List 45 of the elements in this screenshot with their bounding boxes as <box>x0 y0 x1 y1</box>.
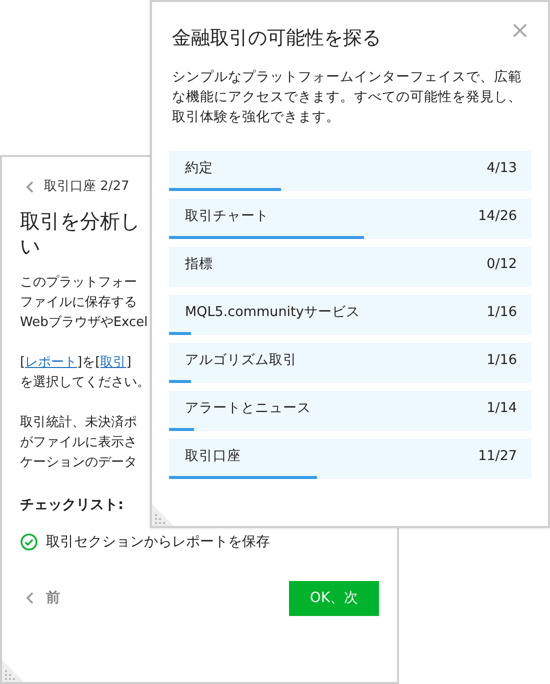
text: [ <box>20 354 26 370</box>
text-line: このプラットフォー <box>20 274 137 292</box>
topic-label: MQL5.communityサービス <box>185 303 360 322</box>
topic-item[interactable]: 指標 0/12 <box>169 246 531 286</box>
text-line: がファイルに表示さ <box>20 434 137 452</box>
topic-item[interactable]: 約定 4/13 <box>169 150 531 190</box>
text-line: WebブラウザやExcel <box>20 314 148 332</box>
step-title: 取引口座 2/27 <box>44 178 130 196</box>
topic-count: 1/16 <box>486 303 517 322</box>
text: ]を[ <box>77 354 100 370</box>
previous-button[interactable]: 前 <box>20 588 60 608</box>
topic-count: 1/14 <box>486 399 517 418</box>
topic-item[interactable]: 取引口座 11/27 <box>169 438 531 478</box>
topic-item[interactable]: アラートとニュース 1/14 <box>169 390 531 430</box>
text: ] <box>126 354 132 370</box>
heading-line: 取引を分析し <box>20 208 140 234</box>
text-line: を選択してください。 <box>20 374 150 392</box>
checklist-heading: チェックリスト: <box>20 496 124 514</box>
text-line: ケーションのデータ <box>20 454 137 472</box>
topic-count: 0/12 <box>486 255 517 274</box>
text-line: 取引統計、未決済ポ <box>20 414 137 432</box>
topic-label: 取引チャート <box>185 207 269 226</box>
topic-label: アルゴリズム取引 <box>185 351 297 370</box>
topic-count: 1/16 <box>486 351 517 370</box>
checklist-item: 取引セクションからレポートを保存 <box>46 532 270 552</box>
resize-grip-icon[interactable] <box>2 660 24 682</box>
chevron-left-icon <box>26 592 34 604</box>
topic-count: 4/13 <box>486 159 517 178</box>
topic-label: アラートとニュース <box>185 399 311 418</box>
back-chevron-icon[interactable] <box>26 180 34 193</box>
dialog-title: 金融取引の可能性を探る <box>172 26 381 51</box>
topic-label: 約定 <box>185 159 213 178</box>
topic-count: 11/27 <box>478 447 517 466</box>
link[interactable]: 取引 <box>100 354 126 370</box>
topic-count: 14/26 <box>478 207 517 226</box>
topic-item[interactable]: アルゴリズム取引 1/16 <box>169 342 531 382</box>
topic-item[interactable]: 取引チャート 14/26 <box>169 198 531 238</box>
link[interactable]: レポート <box>25 354 78 370</box>
text-line: ファイルに保存する <box>20 294 137 312</box>
topic-label: 取引口座 <box>185 447 241 466</box>
topic-label: 指標 <box>185 255 213 274</box>
resize-grip-icon[interactable] <box>152 504 174 526</box>
description: シンプルなプラットフォームインターフェイスで、広範な機能にアクセスできます。すべての可能性を発見し、取引体験を強化できます。 <box>172 68 523 126</box>
topic-item[interactable]: MQL5.communityサービス 1/16 <box>169 294 531 334</box>
heading-line: い <box>20 234 40 258</box>
